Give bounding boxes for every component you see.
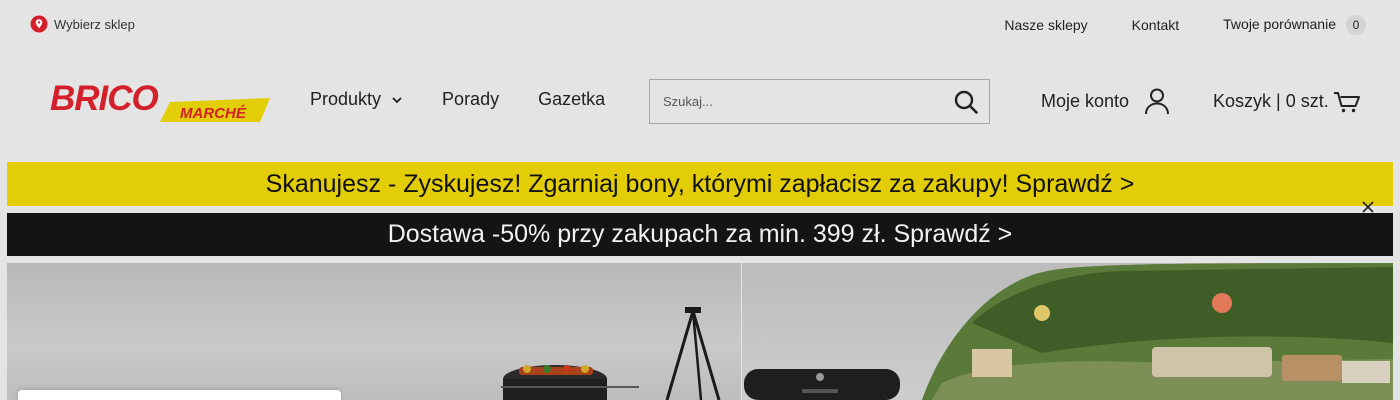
promo-banner-scan-text: Skanujesz - Zyskujesz! Zgarniaj bony, kt… bbox=[265, 169, 1135, 198]
nav-products-label: Produkty bbox=[310, 89, 382, 109]
link-contact[interactable]: Kontakt bbox=[1132, 17, 1179, 33]
cart-link[interactable]: Koszyk | 0 szt. bbox=[1213, 87, 1361, 115]
utility-bar: Wybierz sklep Nasze sklepy Kontakt Twoje… bbox=[0, 0, 1400, 48]
search-input[interactable] bbox=[650, 80, 940, 123]
comparison-label: Twoje porównanie bbox=[1223, 16, 1336, 32]
search-icon[interactable] bbox=[953, 89, 979, 115]
promo-banner-scan[interactable]: Skanujesz - Zyskujesz! Zgarniaj bony, kt… bbox=[7, 162, 1393, 206]
link-comparison[interactable]: Twoje porównanie 0 bbox=[1223, 15, 1366, 35]
hero-slide-garden[interactable] bbox=[742, 263, 1393, 400]
user-icon bbox=[1145, 88, 1170, 115]
main-nav: Produkty Porady Gazetka bbox=[310, 89, 644, 110]
close-icon[interactable] bbox=[1361, 200, 1375, 214]
comparison-count-badge: 0 bbox=[1346, 15, 1366, 35]
svg-text:MARCHÉ: MARCHÉ bbox=[180, 105, 247, 122]
store-picker-label: Wybierz sklep bbox=[54, 16, 135, 32]
account-label: Moje konto bbox=[1041, 90, 1130, 111]
hero-slide-grills[interactable] bbox=[7, 263, 741, 400]
store-picker[interactable]: Wybierz sklep bbox=[30, 15, 135, 33]
utility-links: Nasze sklepy Kontakt Twoje porównanie 0 bbox=[1004, 15, 1366, 35]
promo-banner-delivery-text: Dostawa -50% przy zakupach za min. 399 z… bbox=[387, 220, 1013, 248]
nav-leaflet-label: Gazetka bbox=[538, 89, 606, 109]
nav-products[interactable]: Produkty bbox=[310, 89, 403, 110]
promo-banner-delivery[interactable]: Dostawa -50% przy zakupach za min. 399 z… bbox=[7, 213, 1393, 256]
cookie-dialog[interactable] bbox=[18, 390, 341, 400]
account-link[interactable]: Moje konto bbox=[1041, 87, 1171, 115]
garden-image bbox=[744, 263, 1393, 400]
location-pin-icon bbox=[30, 15, 48, 33]
hero-carousel[interactable] bbox=[7, 263, 1393, 400]
nav-leaflet[interactable]: Gazetka bbox=[538, 89, 605, 110]
nav-advice-label: Porady bbox=[442, 89, 500, 109]
cart-label: Koszyk | 0 szt. bbox=[1213, 90, 1329, 111]
bricomarche-logo[interactable]: BRICO MARCHÉ bbox=[48, 78, 270, 124]
link-our-stores[interactable]: Nasze sklepy bbox=[1004, 17, 1087, 33]
search-box bbox=[649, 79, 990, 124]
nav-advice[interactable]: Porady bbox=[442, 89, 499, 110]
cart-icon bbox=[1333, 92, 1360, 113]
svg-text:BRICO: BRICO bbox=[50, 79, 159, 118]
chevron-down-icon bbox=[392, 96, 402, 103]
grill-image bbox=[501, 307, 721, 400]
